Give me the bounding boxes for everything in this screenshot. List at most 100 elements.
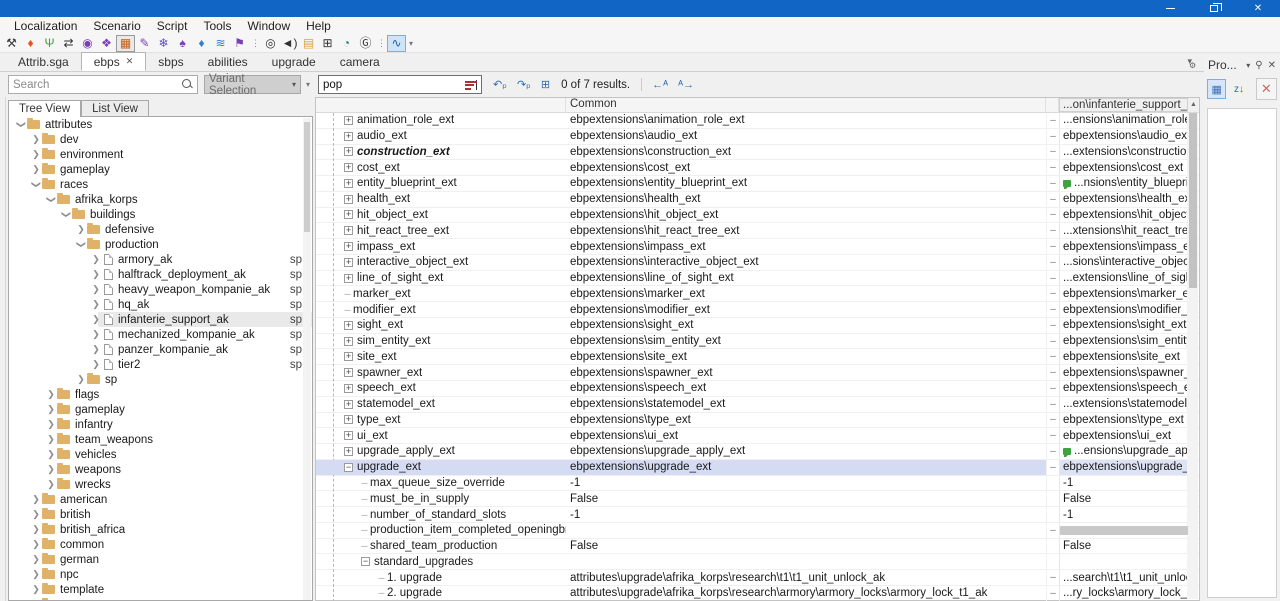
chevron-collapsed-icon[interactable]: ❯ (75, 374, 87, 385)
chevron-expanded-icon[interactable]: ❯ (16, 119, 27, 131)
toolbar-overflow-icon[interactable]: ▾ (306, 80, 310, 89)
find-previous-icon[interactable]: ↶ₚ (493, 78, 507, 91)
eye-icon[interactable]: ◔ (337, 35, 356, 52)
chevron-expanded-icon[interactable]: ❯ (76, 239, 87, 251)
grid-row-entity_blueprint_ext[interactable]: +entity_blueprint_extebpextensions\entit… (316, 176, 1199, 192)
grid-row-must_be_in_supply[interactable]: ---must_be_in_supplyFalseFalse (316, 491, 1199, 507)
globe-g-icon[interactable]: Ⓖ (356, 35, 375, 52)
tree-item-attributes[interactable]: ❯attributes (9, 117, 312, 132)
chevron-collapsed-icon[interactable]: ❯ (30, 569, 42, 580)
tree-item-german[interactable]: ❯german (9, 552, 312, 567)
tree-item-british_africa[interactable]: ❯british_africa (9, 522, 312, 537)
grid-row-upgrade_apply_ext[interactable]: +upgrade_apply_extebpextensions\upgrade_… (316, 444, 1199, 460)
menu-item-scenario[interactable]: Scenario (85, 18, 148, 34)
tree-item-heavy_weapon_kompanie_ak[interactable]: ❯heavy_weapon_kompanie_aksp (9, 282, 312, 297)
chevron-collapsed-icon[interactable]: ❯ (45, 419, 57, 430)
close-button[interactable]: ✕ (1236, 0, 1280, 17)
chevron-none[interactable]: ❯ (90, 329, 102, 340)
splitter-icon[interactable]: ⚙︎ (1189, 61, 1196, 70)
chevron-collapsed-icon[interactable]: ❯ (30, 539, 42, 550)
category-view-button[interactable]: ▦ (1207, 79, 1226, 99)
tab-ebps[interactable]: ebps✕ (81, 52, 147, 71)
expand-plus-icon[interactable]: + (344, 415, 353, 424)
tab-camera[interactable]: camera (328, 52, 392, 71)
sort-alphabetical-button[interactable]: z↓ (1229, 79, 1248, 99)
menu-item-help[interactable]: Help (298, 18, 339, 34)
grid-row-shared_team_production[interactable]: ---shared_team_productionFalseFalse (316, 539, 1199, 555)
expand-plus-icon[interactable]: + (344, 368, 353, 377)
column-header-common[interactable]: Common (566, 98, 1046, 112)
menu-item-script[interactable]: Script (149, 18, 196, 34)
navigate-back-icon[interactable]: ←ᴬ (652, 79, 668, 91)
flag-drop-icon[interactable]: ⚑ (230, 35, 249, 52)
chevron-collapsed-icon[interactable]: ❯ (30, 164, 42, 175)
scroll-up-icon[interactable]: ▲ (1188, 98, 1199, 112)
grid-row-marker_ext[interactable]: ---marker_extebpextensions\marker_ext–eb… (316, 286, 1199, 302)
chevron-collapsed-icon[interactable]: ❯ (30, 134, 42, 145)
tree-item-american[interactable]: ❯american (9, 492, 312, 507)
tree-item-races[interactable]: ❯races (9, 177, 312, 192)
grid-row-interactive_object_ext[interactable]: +interactive_object_extebpextensions\int… (316, 255, 1199, 271)
chevron-collapsed-icon[interactable]: ❯ (30, 509, 42, 520)
grid-row-hit_object_ext[interactable]: +hit_object_extebpextensions\hit_object_… (316, 208, 1199, 224)
expand-plus-icon[interactable]: + (344, 431, 353, 440)
tree-scrollbar-thumb[interactable] (304, 122, 310, 232)
search-input[interactable]: Search (8, 75, 198, 94)
minimize-button[interactable] (1148, 0, 1192, 17)
grid-row-animation_role_ext[interactable]: +animation_role_extebpextensions\animati… (316, 113, 1199, 129)
filter-icon[interactable] (465, 80, 477, 90)
tree-item-sp[interactable]: ❯sp (9, 372, 312, 387)
flame-icon[interactable]: ♦ (21, 35, 40, 52)
speaker-icon[interactable]: ◄) (280, 35, 299, 52)
expand-plus-icon[interactable]: + (344, 384, 353, 393)
file-column-hscrollbar[interactable] (1060, 526, 1188, 535)
brush-icon[interactable]: ✎ (135, 35, 154, 52)
expand-plus-icon[interactable]: + (344, 258, 353, 267)
shield-icon[interactable]: ♠ (173, 35, 192, 52)
grid-row-site_ext[interactable]: +site_extebpextensions\site_ext–ebpexten… (316, 349, 1199, 365)
chevron-collapsed-icon[interactable]: ❯ (30, 149, 42, 160)
grid-row-upgrade_ext[interactable]: −upgrade_extebpextensions\upgrade_ext–eb… (316, 460, 1199, 476)
find-input[interactable]: pop (318, 75, 482, 94)
view-tab-tree-view[interactable]: Tree View (8, 100, 81, 117)
chevron-expanded-icon[interactable]: ❯ (61, 209, 72, 221)
chevron-none[interactable]: ❯ (90, 284, 102, 295)
menu-item-localization[interactable]: Localization (6, 18, 85, 34)
properties-menu-icon[interactable]: ▾ (1246, 61, 1250, 70)
tree-item-armory_ak[interactable]: ❯armory_aksp (9, 252, 312, 267)
restore-button[interactable] (1192, 0, 1236, 17)
package-icon[interactable]: ❖ (97, 35, 116, 52)
tree-item-environment[interactable]: ❯environment (9, 147, 312, 162)
tree-item-buildings[interactable]: ❯buildings (9, 207, 312, 222)
tree-item-gameplay[interactable]: ❯gameplay (9, 402, 312, 417)
grid-row-line_of_sight_ext[interactable]: +line_of_sight_extebpextensions\line_of_… (316, 271, 1199, 287)
tree-item-mechanized_kompanie_ak[interactable]: ❯mechanized_kompanie_aksp (9, 327, 312, 342)
waves-icon[interactable]: ≋ (211, 35, 230, 52)
grid-row-hit_react_tree_ext[interactable]: +hit_react_tree_extebpextensions\hit_rea… (316, 223, 1199, 239)
chevron-collapsed-icon[interactable]: ❯ (75, 224, 87, 235)
chevron-collapsed-icon[interactable]: ❯ (45, 389, 57, 400)
column-header-name[interactable] (316, 98, 566, 112)
chevron-none[interactable]: ❯ (90, 314, 102, 325)
grid-row-standard_upgrades[interactable]: −standard_upgrades (316, 554, 1199, 570)
grid-row-construction_ext[interactable]: +construction_extebpextensions\construct… (316, 145, 1199, 161)
chevron-collapsed-icon[interactable]: ❯ (45, 449, 57, 460)
tab-attrib-sga[interactable]: Attrib.sga (6, 52, 81, 71)
chevron-collapsed-icon[interactable]: ❯ (30, 554, 42, 565)
tab-abilities[interactable]: abilities (196, 52, 260, 71)
tree-item-weapons[interactable]: ❯weapons (9, 462, 312, 477)
view-tab-list-view[interactable]: List View (81, 100, 149, 117)
tree-item-infantry[interactable]: ❯infantry (9, 417, 312, 432)
grid-scrollbar[interactable] (1187, 113, 1198, 599)
image-icon[interactable]: ▤ (299, 35, 318, 52)
grid-row-sim_entity_ext[interactable]: +sim_entity_extebpextensions\sim_entity_… (316, 334, 1199, 350)
tree-item-production[interactable]: ❯production (9, 237, 312, 252)
tree-item-infanterie_support_ak[interactable]: ❯infanterie_support_aksp (9, 312, 312, 327)
grid-row-statemodel_ext[interactable]: +statemodel_extebpextensions\statemodel_… (316, 397, 1199, 413)
droplet-icon[interactable]: ♦ (192, 35, 211, 52)
expand-plus-icon[interactable]: + (344, 116, 353, 125)
tab-sbps[interactable]: sbps (146, 52, 195, 71)
tree-item[interactable] (9, 597, 312, 601)
expand-plus-icon[interactable]: + (344, 179, 353, 188)
grid-row-impass_ext[interactable]: +impass_extebpextensions\impass_ext–ebpe… (316, 239, 1199, 255)
